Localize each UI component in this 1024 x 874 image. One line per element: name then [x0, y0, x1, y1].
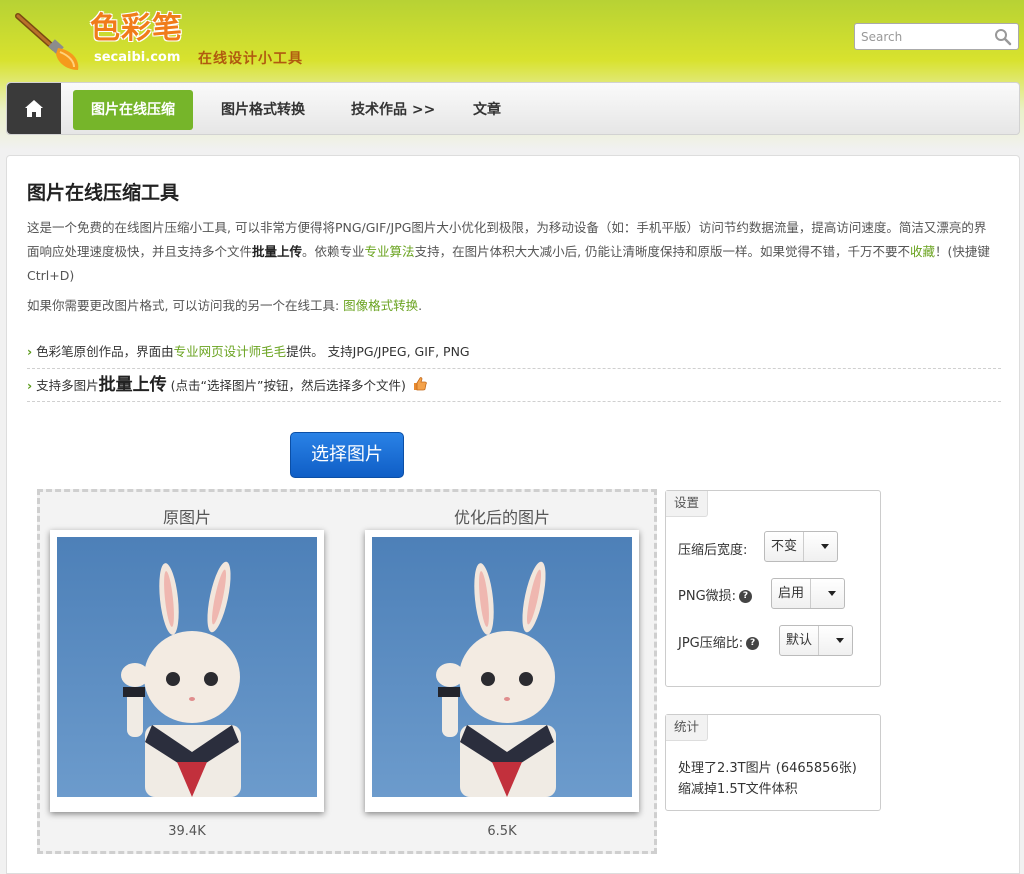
feature-row-original: › 色彩笔原创作品，界面由专业网页设计师毛毛提供。 支持JPG/JPEG, GIF… [27, 336, 1001, 369]
nav-home-button[interactable] [7, 83, 61, 134]
note-text: 如果你需要更改图片格式, 可以访问我的另一个在线工具: [27, 298, 344, 313]
designer-link[interactable]: 专业网页设计师毛毛 [174, 344, 287, 359]
feature-row-batch: › 支持多图片批量上传 (点击“选择图片”按钮，然后选择多个文件) [27, 369, 1001, 402]
original-image-label: 原图片 [162, 508, 211, 527]
thumbs-up-icon [413, 377, 427, 391]
png-select-value: 启用 [772, 579, 812, 608]
search-icon[interactable] [994, 28, 1012, 46]
logo-title: 色彩笔 [90, 11, 183, 46]
png-lossy-select[interactable]: 启用 [771, 578, 845, 609]
logo-domain: secaibi.com [94, 50, 181, 65]
width-setting-label: 压缩后宽度: [678, 539, 747, 558]
optimized-image-label: 优化后的图片 [453, 508, 550, 527]
select-image-button[interactable]: 选择图片 [290, 432, 404, 478]
feature-text: 色彩笔原创作品，界面由 [36, 344, 174, 359]
search-box [854, 23, 1019, 50]
image-drop-zone[interactable]: 原图片 39.4K 优化后的图片 6.5K [37, 489, 657, 854]
desc-text: 支持，在图片体积大大减小后, 仍能让清晰度保持和原版一样。如果觉得不错，千万不要… [414, 244, 911, 259]
optimized-image-frame [365, 530, 639, 812]
feature-text: 支持多图片 [36, 378, 99, 393]
original-image[interactable] [57, 537, 317, 797]
description: 这是一个免费的在线图片压缩小工具, 可以非常方便得将PNG/GIF/JPG图片大… [27, 216, 997, 288]
site-slogan: 在线设计小工具 [198, 51, 303, 67]
settings-panel: 设置 压缩后宽度: 不变 PNG微损:? 启用 JPG压缩比:? 默认 [665, 490, 881, 687]
algorithm-link[interactable]: 专业算法 [365, 244, 415, 259]
logo[interactable]: 色彩笔 secaibi.com [90, 11, 183, 66]
jpg-label-text: JPG压缩比: [678, 636, 744, 651]
optimized-size: 6.5K [487, 824, 517, 839]
png-setting-label: PNG微损:? [678, 585, 753, 604]
caret-down-icon [821, 544, 829, 549]
caret-down-icon [836, 638, 844, 643]
stats-saved: 缩减掉1.5T文件体积 [678, 782, 798, 797]
width-label-text: 压缩后宽度: [678, 543, 748, 558]
original-image-frame [50, 530, 324, 812]
desc-text: 。依赖专业 [302, 244, 365, 259]
page-title: 图片在线压缩工具 [27, 182, 180, 204]
site-header: 色彩笔 secaibi.com 在线设计小工具 [0, 0, 1024, 80]
main-nav: 图片在线压缩 图片格式转换 技术作品 >> 文章 [6, 82, 1020, 135]
nav-item-tech-works[interactable]: 技术作品 >> [333, 90, 453, 130]
search-input[interactable] [861, 28, 989, 46]
jpg-setting-label: JPG压缩比:? [678, 632, 760, 651]
jpg-ratio-select[interactable]: 默认 [779, 625, 853, 656]
paintbrush-logo-icon[interactable] [14, 10, 84, 72]
stats-title: 统计 [666, 715, 709, 741]
feature-text: (点击“选择图片”按钮，然后选择多个文件) [166, 378, 406, 393]
optimized-image[interactable] [372, 537, 632, 797]
jpg-select-value: 默认 [780, 626, 820, 655]
png-label-text: PNG微损: [678, 589, 737, 604]
format-convert-link[interactable]: 图像格式转换 [343, 298, 418, 313]
bookmark-link[interactable]: 收藏 [910, 244, 935, 259]
width-select-value: 不变 [765, 532, 805, 561]
caret-down-icon [828, 591, 836, 596]
width-select[interactable]: 不变 [764, 531, 838, 562]
help-icon[interactable]: ? [739, 590, 753, 603]
format-tool-note: 如果你需要更改图片格式, 可以访问我的另一个在线工具: 图像格式转换. [27, 295, 422, 314]
nav-item-format-convert[interactable]: 图片格式转换 [203, 90, 323, 130]
chevron-right-icon: › [27, 344, 33, 359]
help-icon[interactable]: ? [746, 637, 760, 650]
stats-processed: 处理了2.3T图片 (6465856张) [678, 761, 857, 776]
feature-text: 提供。 支持JPG/JPEG, GIF, PNG [286, 344, 470, 359]
settings-title: 设置 [666, 491, 709, 517]
main-panel: 图片在线压缩工具 这是一个免费的在线图片压缩小工具, 可以非常方便得将PNG/G… [6, 155, 1020, 874]
original-size: 39.4K [168, 824, 206, 839]
home-icon [25, 100, 43, 117]
desc-bold: 批量上传 [252, 244, 303, 259]
batch-upload-emphasis: 批量上传 [98, 375, 167, 395]
nav-item-articles[interactable]: 文章 [455, 90, 519, 130]
chevron-right-icon: › [27, 378, 33, 393]
stats-panel: 统计 处理了2.3T图片 (6465856张) 缩减掉1.5T文件体积 [665, 714, 881, 811]
nav-item-image-compress[interactable]: 图片在线压缩 [73, 90, 193, 130]
note-end: . [418, 298, 423, 313]
